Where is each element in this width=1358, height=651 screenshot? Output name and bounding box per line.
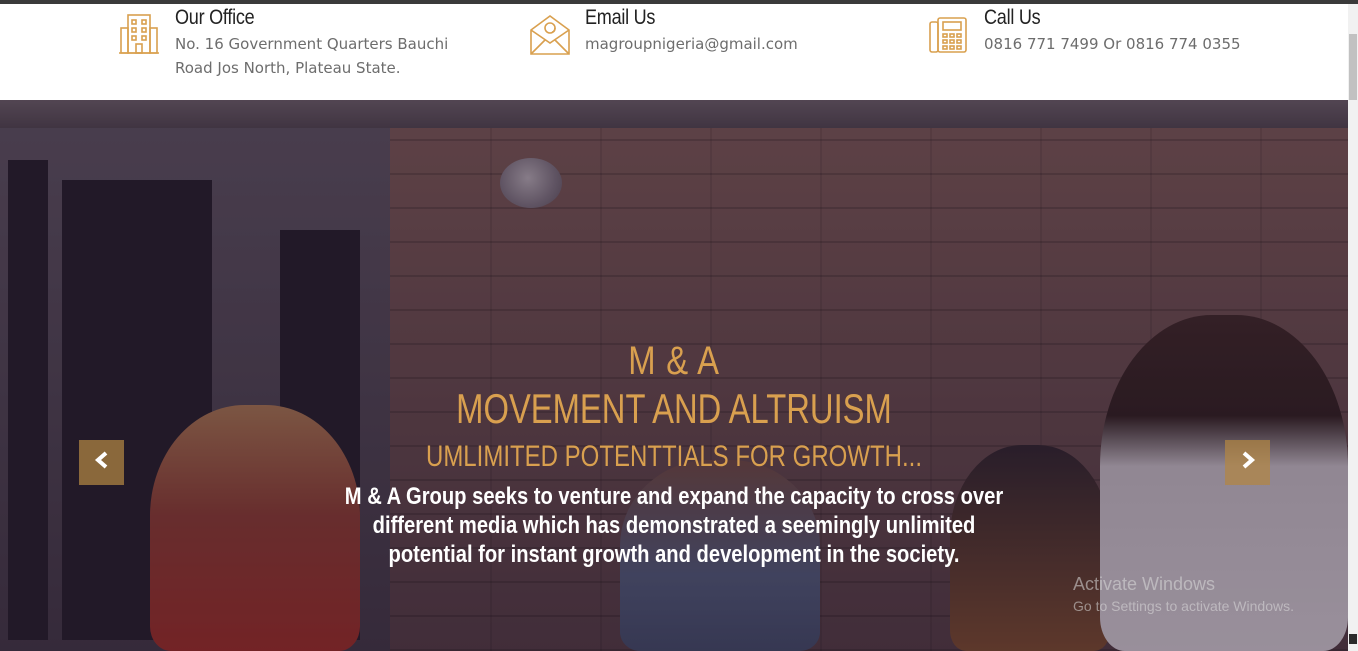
scrollbar-arrow-down[interactable]: [1349, 634, 1357, 644]
carousel-next-button[interactable]: [1225, 440, 1270, 485]
call-title: Call Us: [984, 6, 1041, 29]
hero-brand: M & A: [628, 339, 720, 383]
email-title: Email Us: [585, 6, 656, 29]
hero-slider: M & A MOVEMENT AND ALTRUISM UMLIMITED PO…: [0, 100, 1348, 651]
email-info: Email Us magroupnigeria@gmail.com: [529, 4, 798, 56]
carousel-prev-button[interactable]: [79, 440, 124, 485]
watermark-title: Activate Windows: [1073, 574, 1216, 594]
watermark-subtitle: Go to Settings to activate Windows.: [1073, 598, 1294, 614]
office-title: Our Office: [175, 6, 255, 29]
page-scrollbar[interactable]: [1348, 4, 1358, 651]
phone-icon: [928, 12, 970, 56]
email-address[interactable]: magroupnigeria@gmail.com: [585, 32, 798, 56]
hero-title: MOVEMENT AND ALTRUISM: [456, 385, 892, 432]
hero-caption: M & A MOVEMENT AND ALTRUISM UMLIMITED PO…: [0, 100, 1348, 651]
hero-subtitle: UMLIMITED POTENTTIALS FOR GROWTH...: [425, 440, 922, 473]
contact-info-bar: Our Office No. 16 Government Quarters Ba…: [0, 4, 1348, 100]
office-info: Our Office No. 16 Government Quarters Ba…: [119, 4, 448, 80]
activate-windows-watermark: Activate Windows Go to Settings to activ…: [1073, 572, 1294, 616]
call-info: Call Us 0816 771 7499 Or 0816 774 0355: [928, 4, 1241, 56]
phone-numbers[interactable]: 0816 771 7499 Or 0816 774 0355: [984, 32, 1241, 56]
hero-description: M & A Group seeks to venture and expand …: [344, 483, 1004, 568]
chevron-left-icon: [94, 451, 110, 474]
building-icon: [119, 12, 161, 56]
envelope-icon: [529, 12, 571, 56]
office-address-line2: Road Jos North, Plateau State.: [175, 59, 401, 77]
chevron-right-icon: [1240, 451, 1256, 474]
office-address-line1: No. 16 Government Quarters Bauchi: [175, 35, 449, 53]
scrollbar-thumb[interactable]: [1349, 34, 1357, 100]
